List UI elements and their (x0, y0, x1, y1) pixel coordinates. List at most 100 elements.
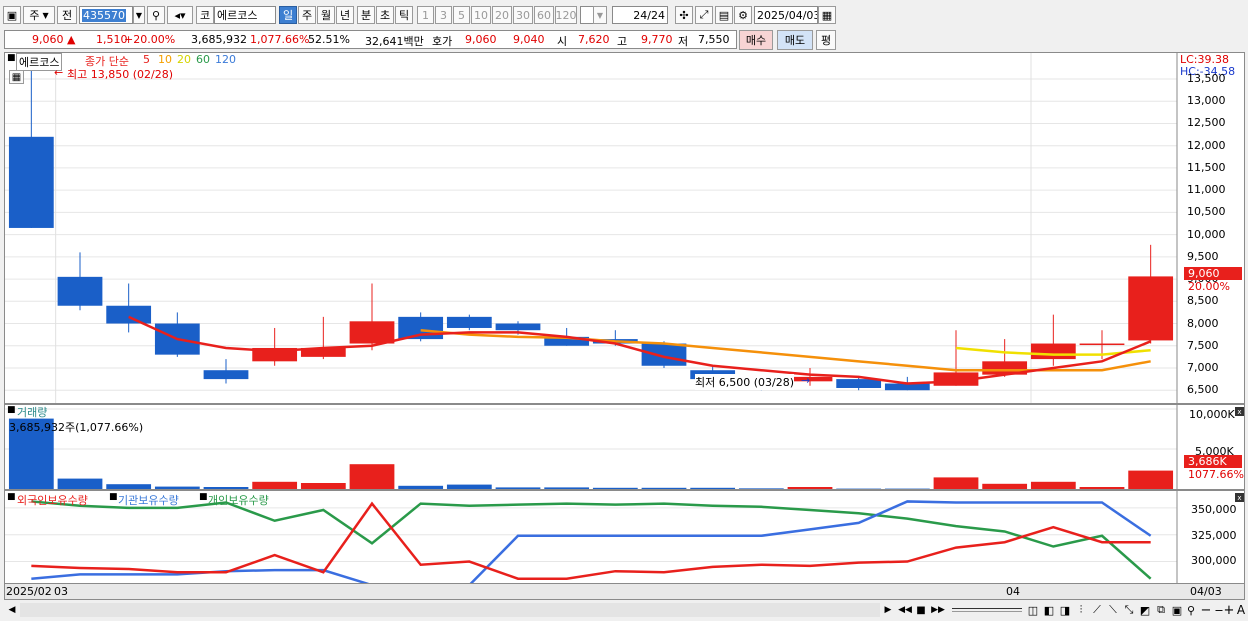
zoom-search-icon[interactable]: ⚲ (1184, 603, 1198, 617)
scroll-right-icon[interactable]: ▶ (882, 603, 894, 617)
candle-body (203, 370, 249, 380)
high-label: 고 (617, 35, 628, 48)
volume-chart (5, 405, 1178, 489)
quote-amount: 32,641백만 (365, 35, 424, 48)
scrollbar-track[interactable] (20, 603, 880, 617)
candle-body (349, 321, 395, 344)
quote-rate: 52.51% (308, 33, 350, 46)
prev-button[interactable]: 전 (57, 6, 77, 24)
period-tick[interactable]: 틱 (395, 6, 413, 24)
hold-tick-300000: 300,000 (1191, 554, 1237, 567)
candle-body (495, 323, 541, 331)
stop-icon[interactable]: ■ (914, 603, 928, 617)
table-icon[interactable]: ▦ (9, 70, 24, 84)
volume-bar (787, 487, 833, 489)
interval-20[interactable]: 20 (492, 6, 512, 24)
volume-bar (203, 487, 249, 489)
price-tick: 13,000 (1187, 94, 1226, 108)
panel-close-icon[interactable]: x (1235, 407, 1244, 416)
price-tick: 12,500 (1187, 116, 1226, 130)
layout-icon-2[interactable]: ◧ (1042, 603, 1056, 617)
candle-body (106, 305, 152, 324)
volume-bar (1128, 470, 1174, 489)
legend-ma60: 60 (196, 53, 210, 66)
layout-icon-5[interactable]: ⟋ (1090, 603, 1104, 617)
zoom-out-icon[interactable]: − (1200, 603, 1212, 618)
panel-marker: ■ (7, 492, 16, 502)
period-year[interactable]: 년 (336, 6, 354, 24)
quote-open: 7,620 (578, 33, 610, 46)
layout-icon-7[interactable]: ⤡ (1122, 603, 1136, 617)
volume-bar (690, 487, 736, 489)
speaker-icon[interactable]: ◂▾ (167, 6, 193, 24)
legend-institution: 기관보유수량 (118, 494, 179, 507)
interval-1[interactable]: 1 (417, 6, 434, 24)
save-icon[interactable]: ▤ (715, 6, 733, 24)
legend-institution-marker: ■ (109, 492, 118, 502)
font-size-icon[interactable]: A (1235, 603, 1247, 617)
volume-bar (398, 485, 444, 489)
panel-close-icon[interactable]: x (1235, 493, 1244, 502)
buy-button[interactable]: 매수 (739, 30, 773, 50)
period-minute[interactable]: 분 (357, 6, 375, 24)
eval-button[interactable]: 평 (816, 30, 836, 50)
volume-bar (300, 483, 346, 489)
holding-chart (5, 491, 1178, 583)
volume-current-tag: 3,686K (1184, 455, 1242, 468)
interval-dropdown[interactable]: ▼ (593, 6, 607, 24)
code-dropdown[interactable]: ▼ (133, 6, 145, 24)
panel-marker: ■ (7, 405, 16, 415)
stock-name-field[interactable]: 에르코스 (214, 6, 276, 24)
volume-panel: ■ 거래량 3,685,932주(1,077.66%) 10,000K 5,00… (4, 404, 1245, 490)
layout-icon-3[interactable]: ◨ (1058, 603, 1072, 617)
interval-60[interactable]: 60 (534, 6, 554, 24)
quote-price: 9,060 (32, 33, 64, 46)
layout-icon-1[interactable]: ◫ (1026, 603, 1040, 617)
volume-bar (57, 478, 103, 489)
volume-bar (982, 483, 1028, 489)
page-counter[interactable]: 24/24 (612, 6, 668, 24)
trend-icon[interactable]: ⤢ (695, 6, 713, 24)
layout-icon-6[interactable]: ⟍ (1106, 603, 1120, 617)
volume-bar (1079, 487, 1125, 489)
layout-icon-8[interactable]: ◩ (1138, 603, 1152, 617)
hold-tick-325000: 325,000 (1191, 529, 1237, 542)
search-icon[interactable]: ⚲ (147, 6, 165, 24)
period-day[interactable]: 일 (279, 6, 297, 24)
layout-icon-10[interactable]: ▣ (1170, 603, 1184, 617)
layout-icon-4[interactable]: ⫶ (1074, 603, 1088, 617)
volume-bar (933, 477, 979, 489)
price-tick: 13,500 (1187, 72, 1226, 85)
fast-forward-icon[interactable]: ▶▶ (930, 603, 946, 617)
period-second[interactable]: 초 (376, 6, 394, 24)
price-tick: 7,000 (1187, 360, 1219, 374)
zoom-in-icon[interactable]: + (1223, 603, 1235, 618)
zoom-slider[interactable] (952, 608, 1022, 612)
hoga-label: 호가 (432, 35, 453, 48)
date-input[interactable]: 2025/04/03 (754, 6, 818, 24)
interval-30[interactable]: 30 (513, 6, 533, 24)
gear-icon[interactable]: ⚙ (734, 6, 752, 24)
code-input[interactable]: 435570 (79, 6, 133, 24)
market2-button[interactable]: 코 (196, 6, 214, 24)
interval-10[interactable]: 10 (471, 6, 491, 24)
period-week[interactable]: 주 (298, 6, 316, 24)
interval-120[interactable]: 120 (555, 6, 577, 24)
period-month[interactable]: 월 (317, 6, 335, 24)
quote-bar: 9,060 ▲ 1,510 +20.00% 3,685,932 1,077.66… (0, 30, 1248, 50)
scroll-left-icon[interactable]: ◀ (6, 603, 18, 617)
crosshair-icon[interactable]: ✣ (675, 6, 693, 24)
interval-5[interactable]: 5 (453, 6, 470, 24)
interval-3[interactable]: 3 (435, 6, 452, 24)
candle-body (57, 276, 103, 306)
sell-button[interactable]: 매도 (777, 30, 813, 50)
price-tick: 6,500 (1187, 383, 1219, 397)
high-note: 최고 13,850 (02/28) (67, 68, 174, 81)
rewind-icon[interactable]: ◀◀ (897, 603, 913, 617)
window-menu-icon[interactable]: ▣ (3, 6, 21, 24)
candle-body (8, 136, 54, 228)
market-select[interactable]: 주 ▼ (23, 6, 55, 24)
layout-icon-9[interactable]: ⧉ (1154, 603, 1168, 617)
calendar-icon[interactable]: ▦ (818, 6, 836, 24)
quote-bid: 9,040 (513, 33, 545, 46)
